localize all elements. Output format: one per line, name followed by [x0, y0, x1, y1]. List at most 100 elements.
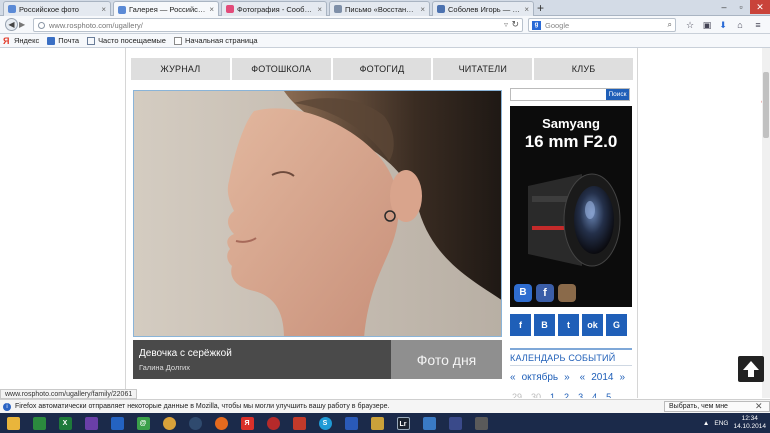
yandex-taskbar-icon[interactable]: Я: [235, 414, 259, 432]
calendar-day[interactable]: 2: [564, 392, 569, 398]
twitter-link-icon[interactable]: t: [558, 314, 579, 336]
prev-month-button[interactable]: «: [510, 372, 516, 383]
calendar-day[interactable]: 5: [606, 392, 611, 398]
clock[interactable]: 12:34 14.10.2014: [733, 415, 766, 431]
photos-taskbar-icon[interactable]: [417, 414, 441, 432]
tab-letter[interactable]: Письмо «Восстановлени... ×: [329, 1, 430, 16]
bookmark-mail[interactable]: Почта: [47, 36, 79, 45]
page-scrollbar[interactable]: [762, 48, 770, 398]
tab-bar: Российское фото × Галерея — Российское ф…: [0, 0, 770, 17]
calendar-day[interactable]: 1: [550, 392, 555, 398]
opera-taskbar-icon[interactable]: [261, 414, 285, 432]
visual-studio-taskbar-icon[interactable]: [79, 414, 103, 432]
favicon-icon: [118, 5, 126, 14]
close-window-button[interactable]: ✕: [750, 0, 770, 14]
firefox-taskbar-icon[interactable]: [209, 414, 233, 432]
tool-taskbar-icon[interactable]: [469, 414, 493, 432]
search-icon[interactable]: ⌕: [668, 20, 672, 30]
site-search-input[interactable]: [511, 89, 606, 100]
calendar-nav: « октябрь » « 2014 »: [510, 372, 632, 383]
taskbar: X @ Я S Lr ▲ ENG 12:34 14.10.2014: [0, 413, 770, 433]
menu-item-journal[interactable]: ЖУРНАЛ: [131, 58, 232, 80]
calendar-day[interactable]: 3: [578, 392, 583, 398]
network-icon[interactable]: ▲: [703, 420, 709, 427]
site-page: ЖУРНАЛ ФОТОШКОЛА ФОТОГИД ЧИТАТЕЛИ КЛУБ Д…: [125, 48, 638, 398]
caption-info: Девочка с серёжкой Галина Долгих: [133, 340, 391, 379]
next-month-button[interactable]: »: [564, 372, 570, 383]
close-tab-icon[interactable]: ×: [101, 5, 106, 14]
photo-of-the-day[interactable]: [133, 90, 502, 337]
calendar-day[interactable]: 29: [512, 392, 522, 398]
globe-icon: [38, 21, 45, 29]
home-icon[interactable]: ⌂: [734, 19, 746, 31]
dropdown-icon[interactable]: ▿: [504, 20, 508, 29]
menu-item-photoguide[interactable]: ФОТОГИД: [333, 58, 434, 80]
folder-taskbar-icon[interactable]: [365, 414, 389, 432]
menu-item-readers[interactable]: ЧИТАТЕЛИ: [433, 58, 535, 80]
vk-link-icon[interactable]: В: [534, 314, 555, 336]
scroll-to-top-button[interactable]: [738, 356, 764, 382]
calendar-day[interactable]: 4: [592, 392, 597, 398]
skype-taskbar-icon[interactable]: S: [313, 414, 337, 432]
minimize-button[interactable]: –: [716, 0, 732, 14]
menu-icon[interactable]: ≡: [752, 19, 764, 31]
clock-time: 12:34: [741, 415, 758, 422]
odnoklassniki-link-icon[interactable]: ok: [582, 314, 603, 336]
address-bar[interactable]: www.rosphoto.com/ugallery/ ▿ ↻: [33, 18, 523, 32]
tab-rosphoto[interactable]: Российское фото ×: [3, 1, 111, 16]
nav-bar: ◀ ▶ www.rosphoto.com/ugallery/ ▿ ↻ g Goo…: [0, 16, 770, 34]
photo-caption[interactable]: Девочка с серёжкой Галина Долгих Фото дн…: [133, 340, 502, 379]
language-indicator[interactable]: ENG: [714, 420, 728, 427]
lens-image: [528, 173, 621, 267]
close-notification-icon[interactable]: ✕: [755, 401, 763, 412]
scrollbar-thumb[interactable]: [763, 72, 769, 138]
tab-gallery[interactable]: Галерея — Российское ф... ×: [113, 1, 219, 17]
music-taskbar-icon[interactable]: [287, 414, 311, 432]
excel-taskbar-icon[interactable]: X: [53, 414, 77, 432]
outlook-taskbar-icon[interactable]: [105, 414, 129, 432]
reload-icon[interactable]: ↻: [511, 19, 519, 30]
facebook-link-icon[interactable]: f: [510, 314, 531, 336]
lightroom-taskbar-icon[interactable]: Lr: [391, 414, 415, 432]
close-tab-icon[interactable]: ×: [524, 5, 529, 14]
google-plus-link-icon[interactable]: G: [606, 314, 627, 336]
close-tab-icon[interactable]: ×: [420, 5, 425, 14]
url-text[interactable]: www.rosphoto.com/ugallery/: [49, 21, 143, 30]
photo-author[interactable]: Галина Долгих: [139, 363, 385, 372]
favicon-icon: [437, 5, 445, 13]
tab-label: Соболев Игорь — ВДНХ ...: [448, 4, 522, 14]
download-icon[interactable]: ⬇: [717, 19, 729, 31]
photo-title[interactable]: Девочка с серёжкой: [139, 348, 385, 359]
bookmark-frequent[interactable]: Часто посещаемые: [87, 36, 166, 45]
close-tab-icon[interactable]: ×: [209, 5, 214, 14]
tab-photography[interactable]: Фотография - Сообществ... ×: [221, 1, 327, 16]
menu-item-club[interactable]: КЛУБ: [534, 58, 633, 80]
bookmark-start-page[interactable]: Начальная страница: [173, 36, 258, 45]
site-search-button[interactable]: Поиск: [606, 89, 629, 100]
explorer-taskbar-icon[interactable]: [1, 414, 25, 432]
lens-advertisement[interactable]: Samyang 16 mm F2.0 В f: [510, 106, 632, 307]
calendar-day[interactable]: 30: [531, 392, 541, 398]
new-tab-button[interactable]: +: [537, 1, 544, 15]
maximize-button[interactable]: ▫: [733, 0, 749, 14]
app-taskbar-icon[interactable]: [443, 414, 467, 432]
forward-button[interactable]: ▶: [19, 20, 25, 29]
chrome-taskbar-icon[interactable]: [157, 414, 181, 432]
notification-text: Firefox автоматически отправляет некотор…: [15, 403, 390, 410]
menu-item-photoschool[interactable]: ФОТОШКОЛА: [232, 58, 333, 80]
search-bar[interactable]: g Google ⌕: [528, 18, 676, 32]
editor-taskbar-icon[interactable]: [339, 414, 363, 432]
back-button[interactable]: ◀: [5, 18, 18, 31]
google-icon[interactable]: g: [532, 20, 541, 30]
clipboard-icon[interactable]: ▣: [701, 19, 713, 31]
star-icon[interactable]: ☆: [684, 19, 696, 31]
media-taskbar-icon[interactable]: [27, 414, 51, 432]
next-year-button[interactable]: »: [619, 372, 625, 383]
mail-agent-taskbar-icon[interactable]: @: [131, 414, 155, 432]
tab-sobolev[interactable]: Соболев Игорь — ВДНХ ... ×: [432, 1, 534, 16]
favicon-icon: [334, 5, 342, 13]
bookmark-yandex[interactable]: Я Яндекс: [3, 36, 39, 45]
close-tab-icon[interactable]: ×: [317, 5, 322, 14]
prev-year-button[interactable]: «: [580, 372, 586, 383]
steam-taskbar-icon[interactable]: [183, 414, 207, 432]
